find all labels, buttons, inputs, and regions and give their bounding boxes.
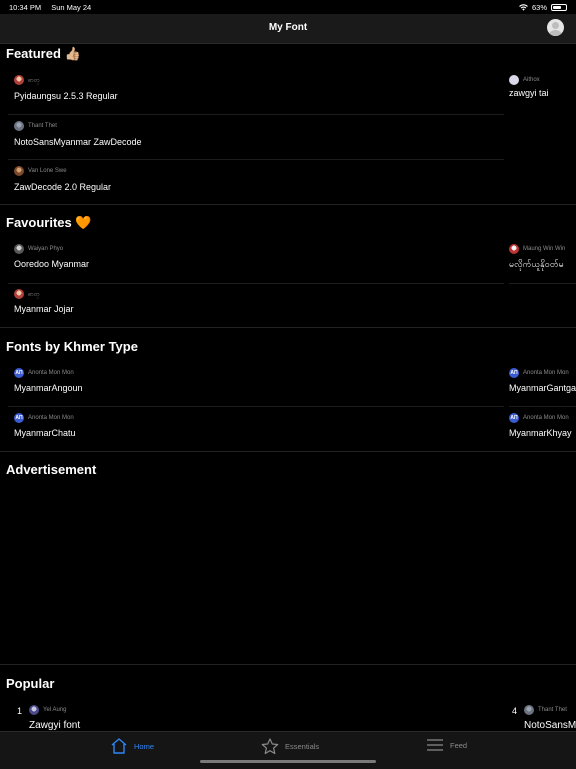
font-name: MyanmarGantga [509,383,576,393]
author-avatar [14,244,24,254]
favourite-item[interactable]: ဓာတ္ Myanmar Jojar [14,289,74,314]
divider [509,406,576,407]
battery-percent: 63% [531,3,547,12]
tab-label: Essentials [285,742,320,751]
section-title-khmer: Fonts by Khmer Type [6,339,138,354]
divider [8,283,504,284]
author-avatar [14,75,24,85]
divider [8,159,504,160]
advertisement-area[interactable] [0,480,576,664]
author-avatar [509,75,519,85]
tab-bar: Home Essentials Feed [0,731,576,769]
favourite-item[interactable]: Maung Win Win မလိုက်ယူနိုဝတ်မ [509,244,565,272]
star-icon [261,738,279,755]
status-bar: 10:34 PM Sun May 24 63% [0,0,576,14]
section-divider [0,204,576,205]
section-divider [0,664,576,665]
page-title: My Font [268,22,308,33]
tab-label: Feed [450,740,468,750]
battery-icon [551,4,567,11]
featured-item[interactable]: ဓာတ္ Pyidaungsu 2.5.3 Regular [14,75,118,101]
tab-feed[interactable]: Feed [426,738,467,752]
brand-logo-icon: AΠ [509,368,519,378]
tab-essentials[interactable]: Essentials [261,738,319,755]
khmer-font-item[interactable]: AΠ Anonta Mon Mon MyanmarChatu [14,413,76,438]
brand-logo-icon: AΠ [14,413,24,423]
brand-logo-icon: AΠ [14,368,24,378]
section-title-featured: Featured 👍🏼 [6,46,81,61]
font-name: ZawDecode 2.0 Regular [14,182,112,192]
font-name: zawgyi tai [509,88,549,98]
navigation-bar: My Font [0,14,576,44]
tab-label: Home [134,741,155,751]
font-name: MyanmarChatu [14,428,76,438]
status-time: 10:34 PM [9,3,42,12]
font-name: NotoSansMy [524,720,576,731]
home-icon [111,738,127,754]
author-avatar [14,166,24,176]
rank-number: 1 [17,706,23,716]
author-avatar [509,244,519,254]
popular-item[interactable]: Thant Thet NotoSansMy [524,705,576,731]
featured-item[interactable]: Aithox zawgyi tai [509,75,549,98]
list-icon [427,739,443,751]
section-title-favourites: Favourites 🧡 [6,215,92,230]
khmer-font-item[interactable]: AΠ Anonta Mon Mon MyanmarGantga [509,368,576,393]
home-indicator[interactable] [200,760,376,763]
font-name: မလိုက်ယူနိုဝတ်မ [509,259,564,269]
author-avatar [14,121,24,131]
author-avatar [524,705,534,715]
font-name: Myanmar Jojar [14,304,74,314]
popular-item[interactable]: Yel Aung Zawgyi font [29,705,80,731]
featured-item[interactable]: Thant Thet NotoSansMyanmar ZawDecode [14,121,142,147]
font-name: MyanmarKhyay [509,428,572,438]
featured-item[interactable]: Van Lone Swe ZawDecode 2.0 Regular [14,166,111,192]
author-avatar [29,705,39,715]
wifi-icon [519,4,528,11]
profile-avatar-button[interactable] [547,19,564,36]
tab-home[interactable]: Home [110,738,154,754]
font-name: Ooredoo Myanmar [14,259,90,269]
favourite-item[interactable]: Waiyan Phyo Ooredoo Myanmar [14,244,89,269]
khmer-font-item[interactable]: AΠ Anonta Mon Mon MyanmarKhyay [509,413,572,438]
rank-number: 4 [512,706,518,716]
divider [509,283,576,284]
khmer-font-item[interactable]: AΠ Anonta Mon Mon MyanmarAngoun [14,368,83,393]
section-title-popular: Popular [6,676,55,691]
status-date: Sun May 24 [51,3,92,12]
section-divider [0,451,576,452]
section-divider [0,327,576,328]
font-name: Pyidaungsu 2.5.3 Regular [14,91,118,101]
font-name: Zawgyi font [29,720,81,731]
font-name: NotoSansMyanmar ZawDecode [14,137,142,147]
author-avatar [14,289,24,299]
brand-logo-icon: AΠ [509,413,519,423]
divider [8,406,504,407]
section-title-advertisement: Advertisement [6,462,97,477]
divider [8,114,504,115]
font-name: MyanmarAngoun [14,383,83,393]
